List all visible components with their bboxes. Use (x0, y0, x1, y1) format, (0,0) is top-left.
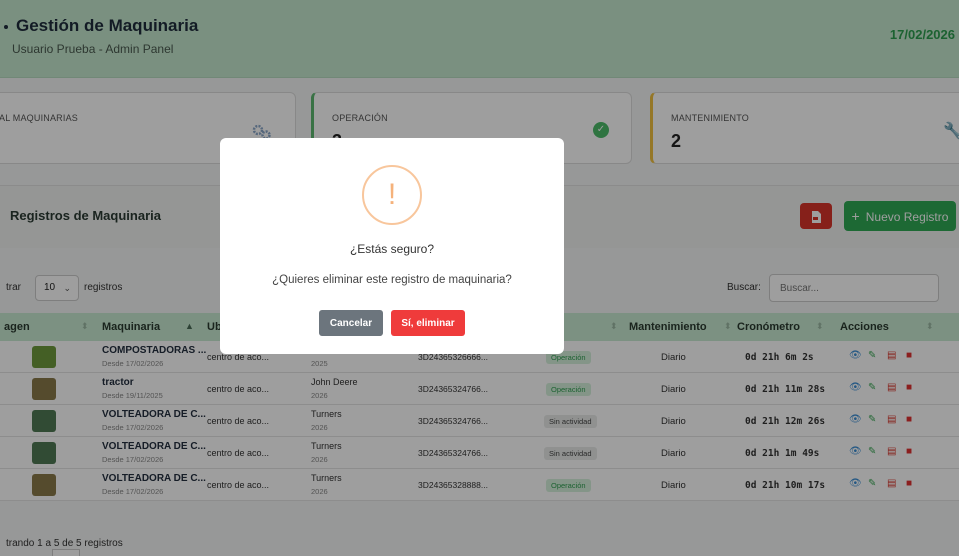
cancel-button[interactable]: Cancelar (319, 310, 383, 336)
dialog-message: ¿Quieres eliminar este registro de maqui… (272, 274, 512, 286)
confirm-dialog: ! ¿Estás seguro? ¿Quieres eliminar este … (220, 138, 564, 354)
warning-icon: ! (362, 165, 422, 225)
modal-backdrop[interactable]: ! ¿Estás seguro? ¿Quieres eliminar este … (0, 0, 959, 556)
dialog-title: ¿Estás seguro? (349, 242, 435, 256)
confirm-delete-button[interactable]: Sí, eliminar (391, 310, 465, 336)
